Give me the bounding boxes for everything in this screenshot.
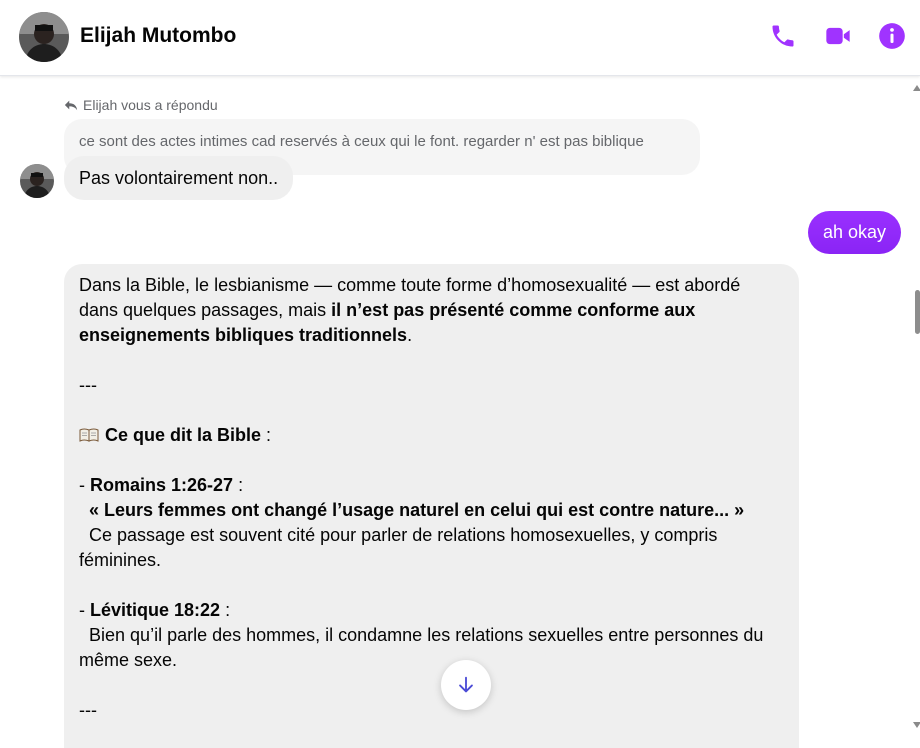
contact-avatar[interactable]: [19, 12, 69, 62]
scrollbar[interactable]: [912, 77, 920, 748]
reply-arrow-icon: [64, 100, 78, 111]
phone-icon[interactable]: [769, 22, 797, 50]
info-icon[interactable]: [878, 22, 906, 50]
scroll-up-arrow[interactable]: [913, 85, 920, 91]
separator: ---: [79, 700, 97, 720]
sender-avatar[interactable]: [20, 164, 54, 198]
scroll-to-bottom-button[interactable]: [441, 660, 491, 710]
long-incoming-message[interactable]: Dans la Bible, le lesbianisme — comme to…: [64, 264, 799, 748]
reference-romains-text: Ce passage est souvent cité pour parler …: [79, 525, 718, 570]
message-intro: Dans la Bible, le lesbianisme — comme to…: [79, 275, 741, 345]
open-book-icon: [79, 428, 99, 442]
reference-romains-quote: « Leurs femmes ont changé l’usage nature…: [89, 500, 745, 520]
chat-header: Elijah Mutombo: [0, 0, 920, 76]
reply-hint-text: Elijah vous a répondu: [83, 97, 218, 113]
reference-levitique-text: Bien qu’il parle des hommes, il condamne…: [79, 625, 764, 670]
reference-levitique: - Lévitique 18:22 :: [79, 600, 231, 620]
outgoing-message[interactable]: ah okay: [807, 211, 901, 254]
separator: ---: [79, 375, 97, 395]
scrollbar-thumb[interactable]: [915, 290, 920, 334]
reply-indicator: Elijah vous a répondu: [64, 97, 218, 113]
video-call-icon[interactable]: [824, 22, 852, 50]
reference-romains: - Romains 1:26-27 :: [79, 475, 244, 495]
contact-name[interactable]: Elijah Mutombo: [80, 24, 236, 48]
message-thread[interactable]: Elijah vous a répondu ce sont des actes …: [0, 77, 912, 748]
section-heading: Ce que dit la Bible :: [79, 423, 784, 448]
scroll-down-arrow[interactable]: [913, 722, 920, 728]
arrow-down-icon: [459, 676, 473, 693]
incoming-message[interactable]: Pas volontairement non..: [64, 156, 294, 200]
